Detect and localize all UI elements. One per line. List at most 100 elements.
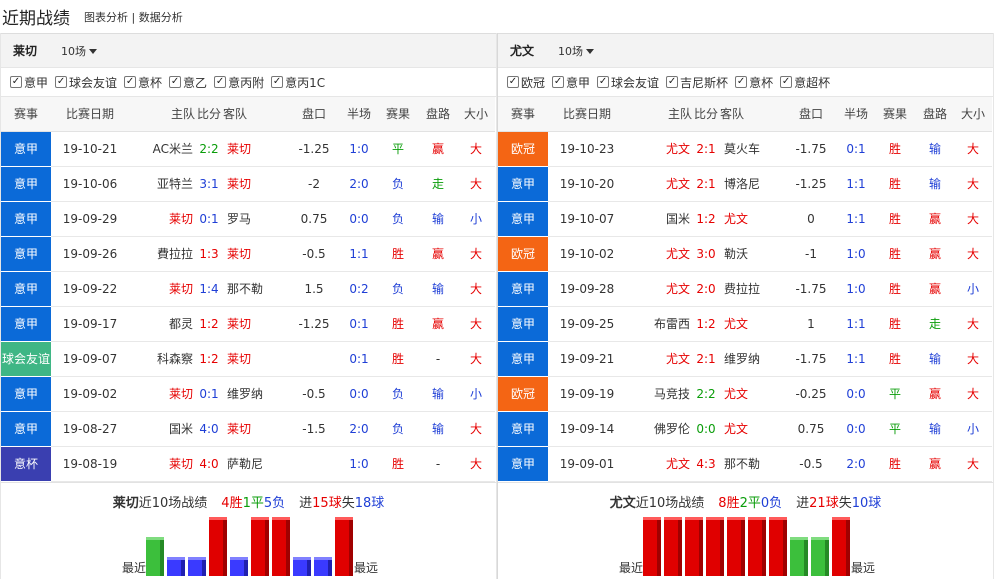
away-team[interactable]: 尤文 [720, 306, 784, 342]
home-team[interactable]: 莱切 [129, 201, 195, 237]
league-filter[interactable]: 欧冠 [507, 74, 545, 91]
home-team[interactable]: 莱切 [129, 271, 195, 307]
home-team[interactable]: 国米 [626, 201, 692, 237]
league-badge[interactable]: 欧冠 [498, 131, 548, 167]
away-team[interactable]: 维罗纳 [223, 376, 287, 412]
match-score[interactable]: 0:0 [692, 411, 720, 447]
match-count-dropdown[interactable]: 10场 [61, 43, 97, 59]
league-filter[interactable]: 意杯 [735, 74, 773, 91]
away-team[interactable]: 尤文 [720, 201, 784, 237]
away-team[interactable]: 勒沃 [720, 236, 784, 272]
home-team[interactable]: 尤文 [626, 166, 692, 202]
match-score[interactable]: 1:2 [692, 201, 720, 237]
checkbox-checked-icon[interactable] [55, 76, 68, 88]
match-score[interactable]: 0:1 [195, 201, 223, 237]
match-score[interactable]: 3:0 [692, 236, 720, 272]
home-team[interactable]: 尤文 [626, 271, 692, 307]
away-team[interactable]: 尤文 [720, 376, 784, 412]
checkbox-checked-icon[interactable] [666, 76, 679, 88]
match-score[interactable]: 3:1 [195, 166, 223, 202]
match-score[interactable]: 1:2 [195, 306, 223, 342]
league-filter[interactable]: 意丙附 [214, 74, 264, 91]
league-badge[interactable]: 意甲 [498, 271, 548, 307]
away-team[interactable]: 费拉拉 [720, 271, 784, 307]
checkbox-checked-icon[interactable] [552, 76, 565, 88]
away-team[interactable]: 罗马 [223, 201, 287, 237]
away-team[interactable]: 萨勒尼 [223, 446, 287, 482]
league-badge[interactable]: 意甲 [498, 446, 548, 482]
away-team[interactable]: 莱切 [223, 411, 287, 447]
home-team[interactable]: 費拉拉 [129, 236, 195, 272]
match-score[interactable]: 2:2 [195, 131, 223, 167]
league-badge[interactable]: 意甲 [1, 376, 51, 412]
league-badge[interactable]: 意甲 [1, 271, 51, 307]
home-team[interactable]: 尤文 [626, 236, 692, 272]
home-team[interactable]: 都灵 [129, 306, 195, 342]
match-score[interactable]: 2:1 [692, 166, 720, 202]
match-score[interactable]: 0:1 [195, 376, 223, 412]
chart-analysis-link[interactable]: 图表分析 [84, 11, 128, 24]
checkbox-checked-icon[interactable] [214, 76, 227, 88]
match-score[interactable]: 2:0 [692, 271, 720, 307]
away-team[interactable]: 莱切 [223, 341, 287, 377]
league-filter[interactable]: 吉尼斯杯 [666, 74, 728, 91]
league-badge[interactable]: 意甲 [1, 411, 51, 447]
league-filter[interactable]: 意杯 [124, 74, 162, 91]
checkbox-checked-icon[interactable] [735, 76, 748, 88]
home-team[interactable]: 国米 [129, 411, 195, 447]
league-filter[interactable]: 球会友谊 [55, 74, 117, 91]
match-score[interactable]: 2:1 [692, 341, 720, 377]
home-team[interactable]: 科森察 [129, 341, 195, 377]
away-team[interactable]: 那不勒 [223, 271, 287, 307]
league-filter[interactable]: 意超杯 [780, 74, 830, 91]
checkbox-checked-icon[interactable] [780, 76, 793, 88]
match-score[interactable]: 1:2 [195, 341, 223, 377]
league-badge[interactable]: 意甲 [1, 306, 51, 342]
home-team[interactable]: 佛罗伦 [626, 411, 692, 447]
match-score[interactable]: 1:2 [692, 306, 720, 342]
league-badge[interactable]: 意甲 [498, 166, 548, 202]
league-filter[interactable]: 意丙1C [271, 74, 325, 91]
away-team[interactable]: 莱切 [223, 306, 287, 342]
league-badge[interactable]: 意杯 [1, 446, 51, 482]
match-score[interactable]: 2:1 [692, 131, 720, 167]
away-team[interactable]: 莱切 [223, 131, 287, 167]
league-badge[interactable]: 意甲 [1, 131, 51, 167]
match-score[interactable]: 1:4 [195, 271, 223, 307]
home-team[interactable]: 亚特兰 [129, 166, 195, 202]
home-team[interactable]: 莱切 [129, 376, 195, 412]
away-team[interactable]: 莫火车 [720, 131, 784, 167]
match-count-dropdown[interactable]: 10场 [558, 43, 594, 59]
league-badge[interactable]: 意甲 [1, 166, 51, 202]
league-badge[interactable]: 意甲 [1, 201, 51, 237]
checkbox-checked-icon[interactable] [10, 76, 22, 88]
league-badge[interactable]: 欧冠 [498, 376, 548, 412]
league-badge[interactable]: 球会友谊 [1, 341, 51, 377]
league-badge[interactable]: 欧冠 [498, 236, 548, 272]
league-filter[interactable]: 意甲 [10, 74, 48, 91]
checkbox-checked-icon[interactable] [597, 76, 610, 88]
league-badge[interactable]: 意甲 [498, 201, 548, 237]
league-filter[interactable]: 球会友谊 [597, 74, 659, 91]
checkbox-checked-icon[interactable] [124, 76, 137, 88]
home-team[interactable]: 布雷西 [626, 306, 692, 342]
league-badge[interactable]: 意甲 [498, 341, 548, 377]
away-team[interactable]: 那不勒 [720, 446, 784, 482]
away-team[interactable]: 维罗纳 [720, 341, 784, 377]
match-score[interactable]: 2:2 [692, 376, 720, 412]
home-team[interactable]: 尤文 [626, 131, 692, 167]
away-team[interactable]: 尤文 [720, 411, 784, 447]
home-team[interactable]: 莱切 [129, 446, 195, 482]
home-team[interactable]: 尤文 [626, 341, 692, 377]
match-score[interactable]: 4:3 [692, 446, 720, 482]
checkbox-checked-icon[interactable] [169, 76, 182, 88]
away-team[interactable]: 莱切 [223, 166, 287, 202]
away-team[interactable]: 莱切 [223, 236, 287, 272]
league-badge[interactable]: 意甲 [498, 306, 548, 342]
home-team[interactable]: 马竞技 [626, 376, 692, 412]
home-team[interactable]: AC米兰 [129, 131, 195, 167]
match-score[interactable]: 1:3 [195, 236, 223, 272]
league-badge[interactable]: 意甲 [1, 236, 51, 272]
match-score[interactable]: 4:0 [195, 446, 223, 482]
league-filter[interactable]: 意乙 [169, 74, 207, 91]
